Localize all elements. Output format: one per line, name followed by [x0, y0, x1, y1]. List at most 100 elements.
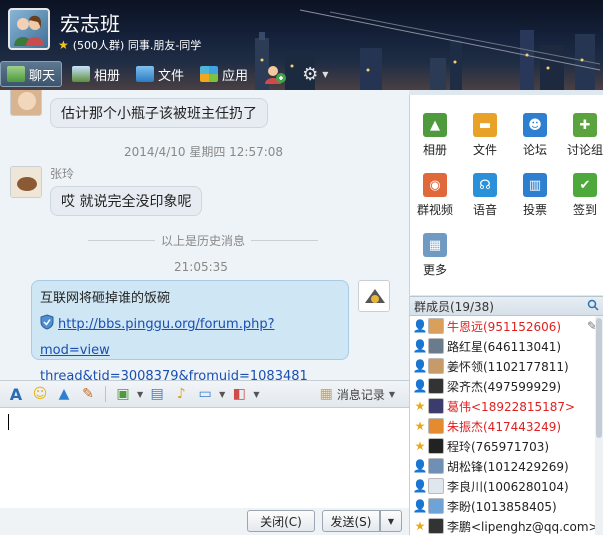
- document-icon[interactable]: ▤: [147, 384, 167, 404]
- member-name: 胡松锋(1012429269): [447, 459, 569, 474]
- tab-album[interactable]: 相册: [66, 61, 126, 87]
- action-bar: 关闭(C) 发送(S) ▼: [0, 508, 409, 535]
- member-icon: 👤: [412, 379, 428, 393]
- member-name: 朱振杰(417443249): [447, 419, 562, 434]
- voice-icon: ☊: [473, 173, 497, 197]
- message-bubble[interactable]: 估计那个小瓶子该被班主任扔了: [50, 98, 268, 128]
- member-row[interactable]: ★ 李鹏<lipenghz@qq.com>: [410, 516, 603, 535]
- member-row[interactable]: ★ 程玲(765971703): [410, 436, 603, 456]
- tab-apps[interactable]: 应用: [194, 61, 254, 87]
- member-icon: 👤: [412, 459, 428, 473]
- chat-messages[interactable]: 估计那个小瓶子该被班主任扔了 2014/4/10 星期四 12:57:08 张玲…: [0, 90, 409, 380]
- app-photo[interactable]: ▲ 相册: [411, 113, 459, 158]
- avatar[interactable]: [428, 498, 444, 514]
- message-sender: 张玲: [50, 167, 75, 181]
- group-avatar[interactable]: [8, 8, 50, 50]
- message-link-continued[interactable]: thread&tid=3008379&fromuid=1083481: [40, 369, 308, 380]
- member-name: 梁齐杰(497599929): [447, 379, 562, 394]
- app-discussion[interactable]: ✚ 讨论组: [561, 113, 603, 158]
- avatar[interactable]: [428, 458, 444, 474]
- self-avatar[interactable]: [358, 280, 390, 312]
- app-vote[interactable]: ▥ 投票: [511, 173, 559, 218]
- chevron-down-icon: ▼: [388, 389, 395, 399]
- search-icon[interactable]: [587, 299, 599, 311]
- image-icon[interactable]: ▣: [113, 384, 133, 404]
- group-title: 宏志班: [60, 12, 120, 36]
- shake-icon[interactable]: ▲: [54, 384, 74, 404]
- message-input[interactable]: [0, 408, 409, 508]
- music-icon[interactable]: ♪: [171, 384, 191, 404]
- chevron-down-icon[interactable]: ▼: [137, 390, 143, 399]
- avatar[interactable]: [428, 378, 444, 394]
- message-bubble[interactable]: 哎 就说完全没印象呢: [50, 186, 203, 216]
- avatar[interactable]: [428, 318, 444, 334]
- chevron-down-icon: ▼: [387, 516, 395, 526]
- tab-chat[interactable]: 聊天: [0, 61, 63, 87]
- message-history-button[interactable]: ▦ 消息记录 ▼: [320, 386, 395, 403]
- app-more[interactable]: ▦ 更多: [411, 233, 459, 278]
- font-icon[interactable]: A: [6, 384, 26, 404]
- history-divider: 以上是历史消息: [88, 233, 319, 248]
- member-row[interactable]: 👤 梁齐杰(497599929): [410, 376, 603, 396]
- send-options-button[interactable]: ▼: [380, 510, 402, 532]
- gear-icon: ⚙: [302, 63, 319, 85]
- tab-bar: 聊天 相册 文件 应用 ⚙ ▼: [0, 60, 338, 88]
- app-label: 投票: [522, 203, 547, 217]
- member-name: 李盼(1013858405): [447, 499, 557, 514]
- chevron-down-icon[interactable]: ▼: [219, 390, 225, 399]
- history-divider-text: 以上是历史消息: [161, 233, 246, 248]
- message-avatar[interactable]: [10, 166, 42, 198]
- send-button[interactable]: 发送(S): [322, 510, 380, 532]
- member-row[interactable]: 👤 胡松锋(1012429269): [410, 456, 603, 476]
- app-checkin[interactable]: ✔ 签到: [561, 173, 603, 218]
- member-row[interactable]: ★ 朱振杰(417443249): [410, 416, 603, 436]
- member-name: 姜怀领(1102177811): [447, 359, 569, 374]
- message-link[interactable]: http://bbs.pinggu.org/forum.php?mod=view: [40, 317, 274, 358]
- window-header: 宏志班 ★ (500人群) 同事.朋友-同学 聊天 相册 文件 应用 ⚙ ▼: [0, 0, 603, 90]
- member-row[interactable]: 👤 路红星(646113041): [410, 336, 603, 356]
- screenshot-icon[interactable]: ▭: [195, 384, 215, 404]
- tab-files[interactable]: 文件: [130, 61, 190, 87]
- member-row[interactable]: ★ 葛伟<18922815187>: [410, 396, 603, 416]
- message-avatar[interactable]: [10, 90, 42, 116]
- app-label: 更多: [422, 263, 447, 277]
- app-video[interactable]: ◉ 群视频: [411, 173, 459, 218]
- avatar[interactable]: [428, 358, 444, 374]
- more-icon: ▦: [423, 233, 447, 257]
- member-row[interactable]: 👤 李盼(1013858405): [410, 496, 603, 516]
- add-member-button[interactable]: [258, 61, 292, 87]
- avatar[interactable]: [428, 438, 444, 454]
- member-row[interactable]: 👤 李良川(1006280104): [410, 476, 603, 496]
- chevron-down-icon[interactable]: ▼: [253, 390, 259, 399]
- settings-button[interactable]: ⚙ ▼: [296, 61, 334, 87]
- video-icon: ◉: [423, 173, 447, 197]
- scrollbar-thumb[interactable]: [596, 318, 602, 438]
- doodle-icon[interactable]: ✎: [78, 384, 98, 404]
- member-list[interactable]: 👤 牛恩远(951152606) ✎ 👤 路红星(646113041) 👤 姜怀领(1102…: [409, 316, 603, 535]
- screen-share-icon[interactable]: ◧: [229, 384, 249, 404]
- tab-files-label: 文件: [158, 68, 185, 84]
- avatar[interactable]: [428, 338, 444, 354]
- tab-apps-label: 应用: [222, 68, 249, 84]
- member-name: 路红星(646113041): [447, 339, 562, 354]
- chat-icon: [7, 66, 25, 82]
- app-folder[interactable]: ▬ 文件: [461, 113, 509, 158]
- emoji-icon[interactable]: ☺: [30, 384, 50, 404]
- input-toolbar: A ☺ ▲ ✎ ▣ ▼ ▤ ♪ ▭ ▼ ◧ ▼ ▦ 消息记录 ▼: [0, 380, 409, 408]
- avatar[interactable]: [428, 478, 444, 494]
- close-button[interactable]: 关闭(C): [247, 510, 315, 532]
- message-bubble-self[interactable]: 互联网将砸掉谁的饭碗 http://bbs.pinggu.org/forum.p…: [31, 280, 349, 380]
- avatar[interactable]: [428, 518, 444, 534]
- member-row[interactable]: 👤 姜怀领(1102177811): [410, 356, 603, 376]
- apps-grid-icon: [200, 66, 219, 82]
- app-voice[interactable]: ☊ 语音: [461, 173, 509, 218]
- tab-album-label: 相册: [94, 68, 121, 84]
- app-label: 语音: [472, 203, 497, 217]
- avatar[interactable]: [428, 418, 444, 434]
- app-label: 签到: [572, 203, 597, 217]
- member-icon: 👤: [412, 339, 428, 353]
- member-row[interactable]: 👤 牛恩远(951152606) ✎: [410, 316, 603, 336]
- app-forum[interactable]: ☻ 论坛: [511, 113, 559, 158]
- app-label: 群视频: [416, 203, 453, 217]
- avatar[interactable]: [428, 398, 444, 414]
